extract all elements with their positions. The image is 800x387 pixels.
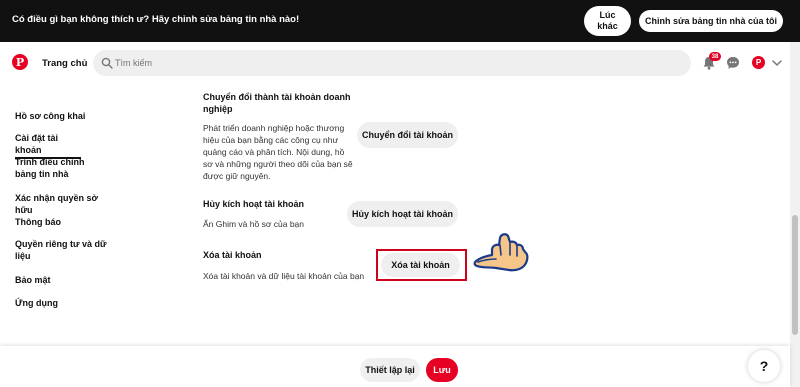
banner-message: Có điều gì bạn không thích ư? Hãy chỉnh … bbox=[12, 14, 300, 25]
help-button[interactable]: ? bbox=[748, 350, 780, 382]
home-link[interactable]: Trang chủ bbox=[42, 58, 87, 69]
deactivate-account-button[interactable]: Hủy kích hoạt tài khoản bbox=[347, 201, 458, 227]
settings-footer: Thiết lập lại Lưu ? bbox=[0, 346, 790, 387]
user-avatar[interactable]: P bbox=[752, 56, 765, 69]
search-input[interactable] bbox=[115, 50, 675, 76]
convert-business-title: Chuyển đổi thành tài khoản doanh nghiệp bbox=[203, 92, 351, 114]
reset-button[interactable]: Thiết lập lại bbox=[360, 358, 420, 382]
save-button[interactable]: Lưu bbox=[426, 358, 458, 382]
sidebar-item-notifications[interactable]: Thông báo bbox=[15, 216, 115, 228]
messages-icon[interactable] bbox=[726, 56, 740, 70]
search-bar[interactable] bbox=[93, 50, 691, 76]
sidebar-item-home-feed-tuner[interactable]: Trình điều chỉnh bảng tin nhà bbox=[15, 156, 107, 180]
sidebar-item-apps[interactable]: Ứng dụng bbox=[15, 297, 115, 309]
delete-account-description: Xóa tài khoản và dữ liệu tài khoản của b… bbox=[203, 271, 365, 281]
chevron-down-icon[interactable] bbox=[772, 59, 782, 67]
convert-account-button[interactable]: Chuyển đổi tài khoản bbox=[357, 122, 458, 148]
deactivate-account-title: Hủy kích hoạt tài khoản bbox=[203, 199, 305, 209]
top-header: P Trang chủ 38 P bbox=[0, 42, 790, 84]
sidebar-item-security[interactable]: Bảo mật bbox=[15, 274, 115, 286]
edit-home-feed-button[interactable]: Chỉnh sửa bảng tin nhà của tôi bbox=[639, 10, 783, 32]
search-icon bbox=[101, 57, 113, 69]
sidebar-item-account-settings[interactable]: Cài đặt tài khoản bbox=[15, 132, 81, 159]
feed-edit-banner: Có điều gì bạn không thích ư? Hãy chỉnh … bbox=[0, 0, 800, 42]
sidebar-item-public-profile[interactable]: Hồ sơ công khai bbox=[15, 110, 115, 122]
deactivate-account-description: Ẩn Ghim và hồ sơ của bạn bbox=[203, 219, 305, 229]
pinterest-logo-icon[interactable]: P bbox=[12, 54, 28, 70]
page-scrollbar-thumb[interactable] bbox=[792, 215, 798, 335]
convert-business-description: Phát triển doanh nghiệp hoặc thương hiệu… bbox=[203, 123, 353, 181]
sidebar-item-privacy-data[interactable]: Quyền riêng tư và dữ liệu bbox=[15, 238, 111, 262]
later-button[interactable]: Lúc khác bbox=[584, 6, 631, 36]
notifications-count-badge: 38 bbox=[709, 52, 721, 61]
pointing-hand-icon bbox=[473, 233, 529, 272]
sidebar-item-claim[interactable]: Xác nhận quyền sở hữu bbox=[15, 192, 115, 216]
delete-button-highlight-box bbox=[376, 249, 467, 281]
delete-account-title: Xóa tài khoản bbox=[203, 250, 262, 260]
